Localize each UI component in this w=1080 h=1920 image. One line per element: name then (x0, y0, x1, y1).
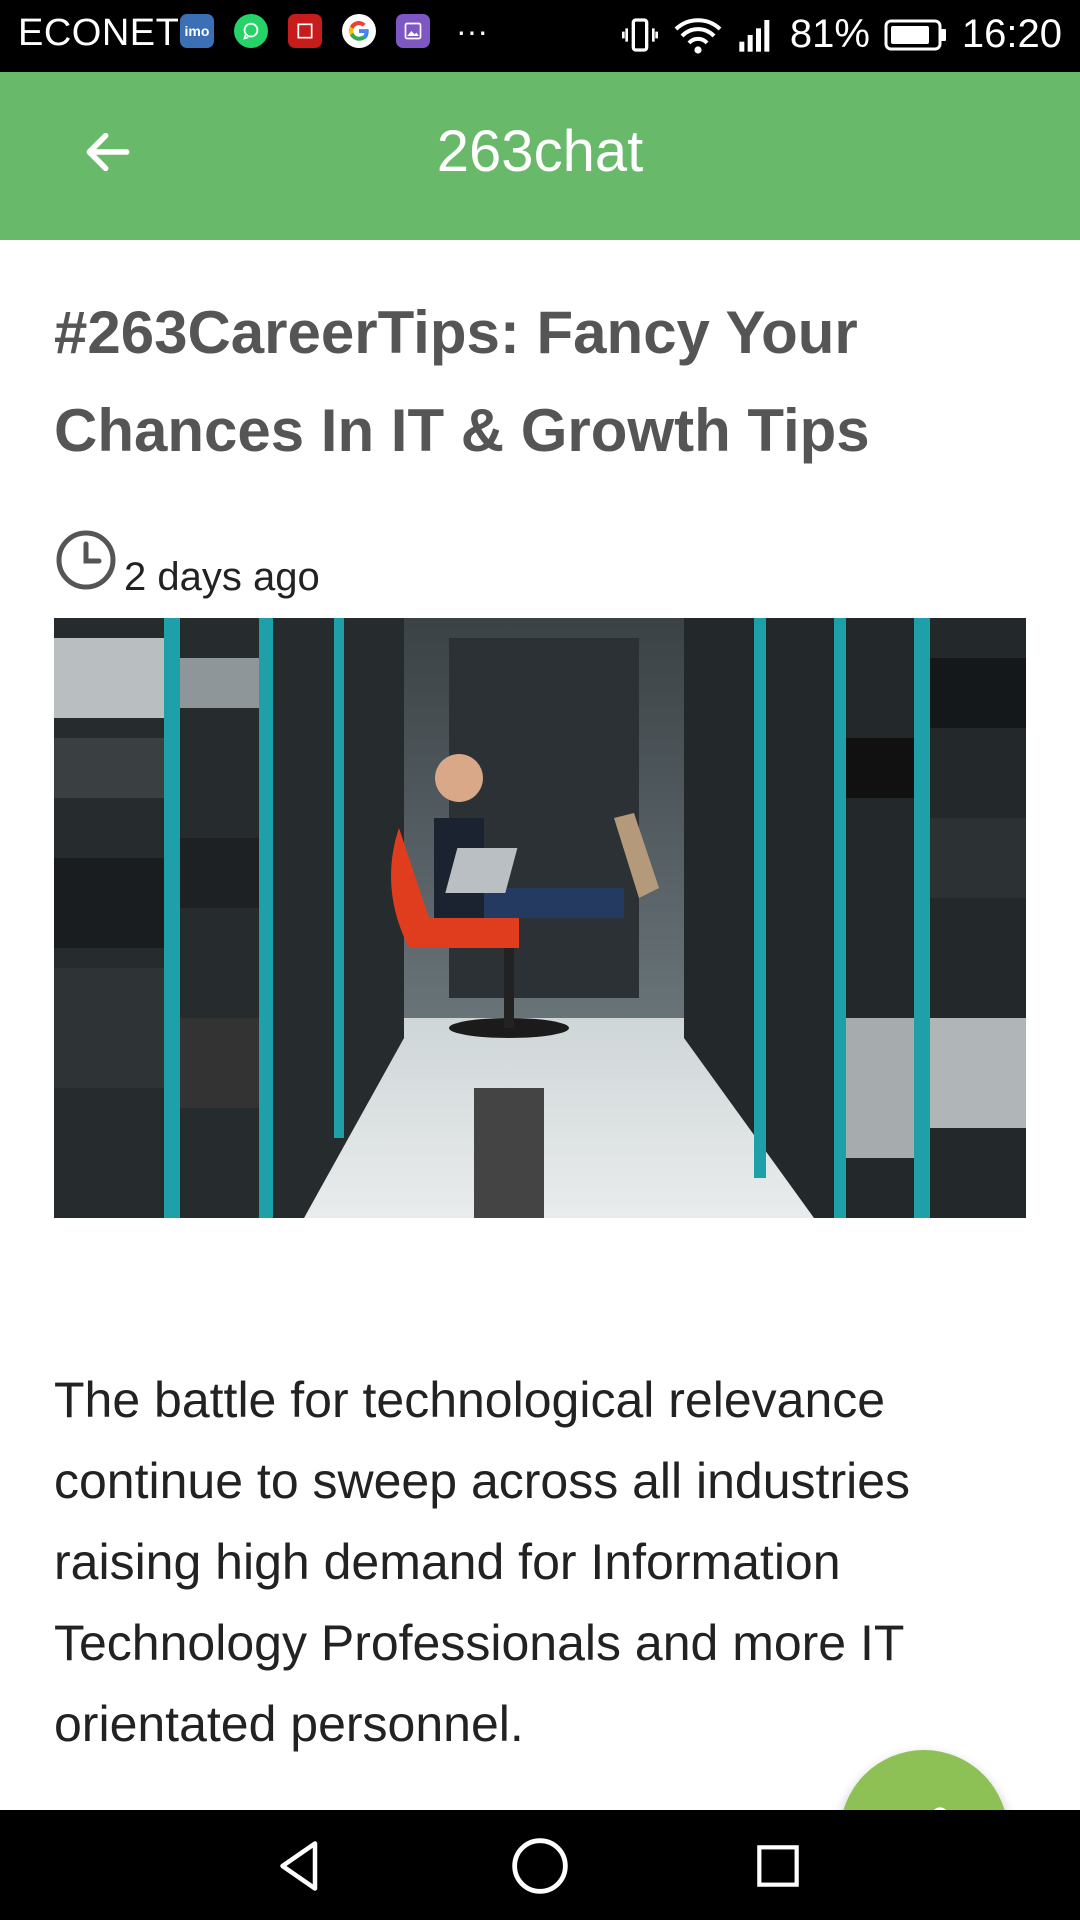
article-image[interactable] (54, 618, 1026, 1218)
triangle-back-icon (280, 1841, 318, 1891)
battery-icon (884, 19, 946, 50)
signal-icon (739, 19, 770, 52)
nav-home-button[interactable] (508, 1834, 572, 1898)
clock-icon (56, 530, 116, 590)
navigation-bar (0, 1810, 1080, 1920)
article-body: The battle for technological relevance c… (54, 1372, 911, 1752)
app-bar: 263chat (0, 72, 1080, 240)
battery-percentage: 81% (789, 12, 870, 56)
whatsapp-icon (234, 14, 268, 48)
nav-recents-button[interactable] (746, 1834, 810, 1898)
more-notifications-icon: ··· (456, 13, 488, 49)
circle-home-icon (512, 1838, 568, 1894)
imo-icon: imo (180, 14, 214, 48)
carrier-name: ECONET (18, 12, 180, 54)
google-icon (342, 14, 376, 48)
server-room-photo (54, 618, 1026, 1218)
status-right: 81% 16:20 (620, 12, 1062, 57)
gallery-icon (396, 14, 430, 48)
published-time: 2 days ago (124, 555, 320, 599)
article-title: #263CareerTips: Fancy Your Chances In IT… (54, 299, 870, 464)
article-meta: 2 days ago (54, 528, 320, 599)
square-recents-icon (757, 1845, 799, 1887)
status-bar: ECONET imo ··· 81% 16:20 (0, 0, 1080, 72)
vibrate-icon (621, 17, 658, 52)
wifi-icon (674, 17, 722, 54)
nav-back-button[interactable] (268, 1834, 332, 1898)
clock-time: 16:20 (961, 12, 1062, 56)
app-title: 263chat (436, 119, 644, 184)
news-icon (288, 14, 322, 48)
notification-icons: imo ··· (180, 14, 488, 48)
article-content[interactable]: #263CareerTips: Fancy Your Chances In IT… (0, 240, 1080, 1918)
